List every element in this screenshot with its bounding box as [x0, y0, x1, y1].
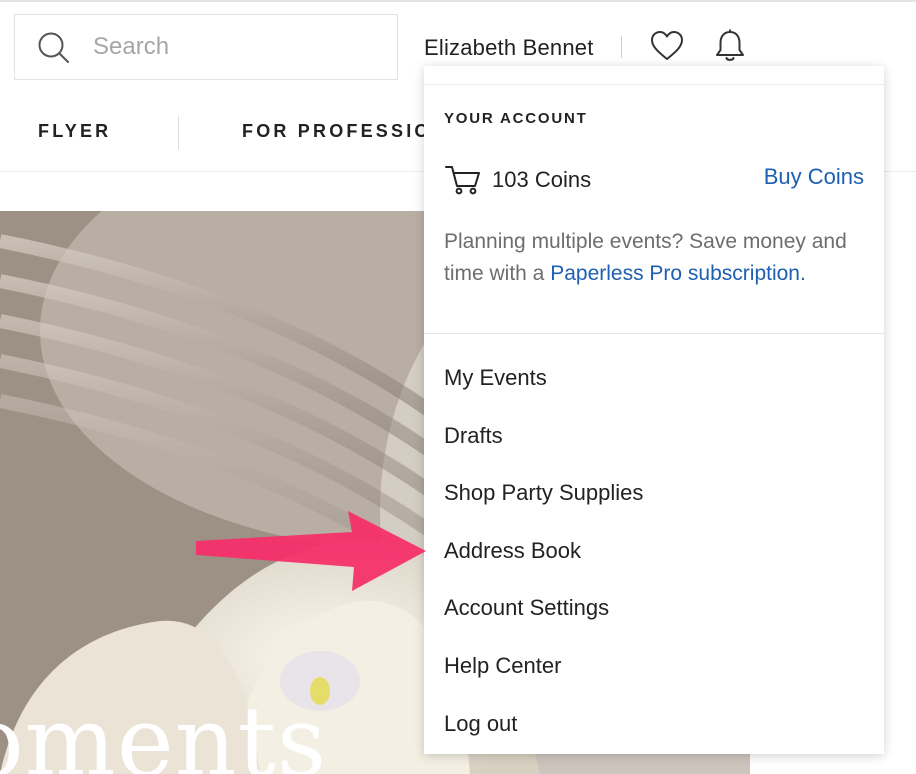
- annotation-arrow-icon: [196, 511, 426, 591]
- menu-item-help-center[interactable]: Help Center: [444, 652, 643, 710]
- bell-icon[interactable]: [712, 28, 748, 64]
- menu-item-account-settings[interactable]: Account Settings: [444, 594, 643, 652]
- buy-coins-link[interactable]: Buy Coins: [764, 164, 864, 190]
- menu-item-log-out[interactable]: Log out: [444, 710, 643, 768]
- cart-icon: [445, 166, 480, 195]
- search-icon[interactable]: [37, 31, 71, 65]
- coin-balance: 103 Coins: [492, 167, 592, 192]
- dropdown-top-divider: [424, 84, 884, 85]
- dropdown-heading: YOUR ACCOUNT: [444, 110, 588, 127]
- account-name-button[interactable]: Elizabeth Bennet: [424, 35, 594, 61]
- top-border: [0, 0, 916, 2]
- menu-item-my-events[interactable]: My Events: [444, 364, 643, 422]
- account-dropdown: YOUR ACCOUNT 103 Coins Buy Coins Plannin…: [424, 66, 884, 754]
- search-input[interactable]: [93, 29, 383, 65]
- hero-headline: oments: [0, 686, 328, 774]
- menu-item-shop-party-supplies[interactable]: Shop Party Supplies: [444, 479, 643, 537]
- heart-icon[interactable]: [649, 29, 685, 63]
- search-box[interactable]: [14, 14, 398, 80]
- paperless-pro-link[interactable]: Paperless Pro subscription.: [550, 262, 806, 285]
- nav-item-flyer[interactable]: FLYER: [38, 121, 111, 142]
- menu-item-address-book[interactable]: Address Book: [444, 537, 643, 595]
- account-menu-list: My Events Drafts Shop Party Supplies Add…: [444, 364, 643, 767]
- dropdown-divider: [424, 333, 884, 334]
- pro-subscription-promo: Planning multiple events? Save money and…: [444, 226, 864, 290]
- nav-divider: [178, 116, 179, 150]
- header-divider: [621, 36, 622, 58]
- menu-item-drafts[interactable]: Drafts: [444, 422, 643, 480]
